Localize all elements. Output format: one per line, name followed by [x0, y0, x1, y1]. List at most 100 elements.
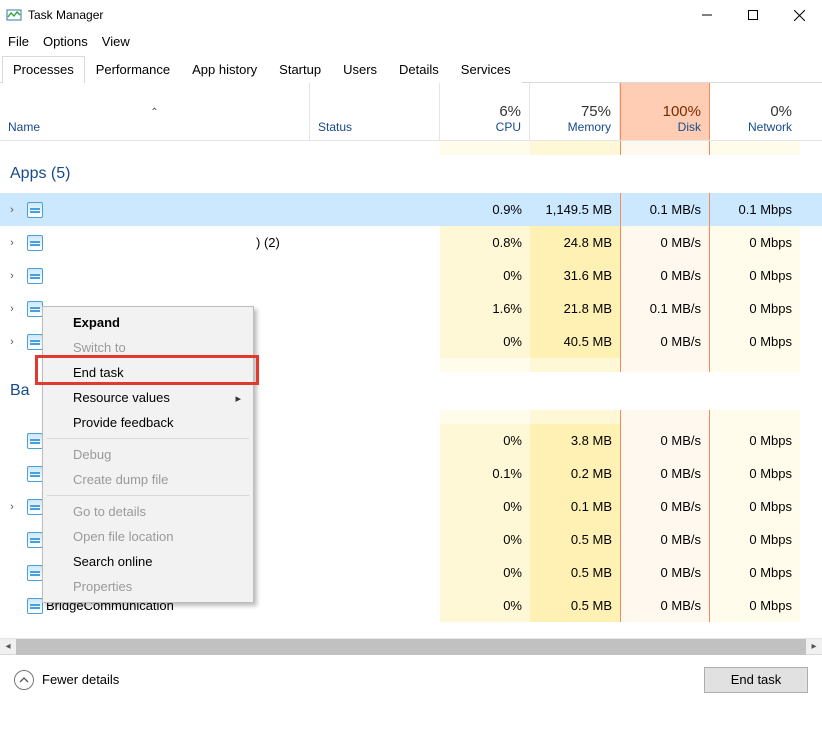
titlebar: Task Manager [0, 0, 822, 30]
net-cell: 0 Mbps [710, 556, 800, 589]
mem-cell: 0.5 MB [530, 589, 620, 622]
menu-file[interactable]: File [8, 34, 29, 49]
mem-cell: 21.8 MB [530, 292, 620, 325]
expand-icon[interactable] [0, 589, 24, 622]
disk-cell: 0 MB/s [620, 589, 710, 622]
cpu-cell: 0% [440, 325, 530, 358]
status-cell [310, 226, 440, 259]
table-row[interactable]: ›0.9%1,149.5 MB0.1 MB/s0.1 Mbps [0, 193, 822, 226]
menu-options[interactable]: Options [43, 34, 88, 49]
expand-icon[interactable] [0, 523, 24, 556]
window-controls [684, 0, 822, 30]
expand-icon[interactable]: › [0, 259, 24, 292]
process-name [46, 193, 310, 226]
expand-icon[interactable]: › [0, 325, 24, 358]
process-icon [24, 259, 46, 292]
ctx-provide-feedback[interactable]: Provide feedback [45, 410, 251, 435]
disk-cell: 0.1 MB/s [620, 193, 710, 226]
col-disk[interactable]: 100% Disk [620, 83, 710, 140]
status-cell [310, 325, 440, 358]
process-table: ⌃ Name Status 6% CPU 75% Memory 100% Dis… [0, 83, 822, 638]
tab-performance[interactable]: Performance [85, 56, 181, 83]
group-apps: Apps (5) [0, 155, 822, 193]
disk-cell: 0 MB/s [620, 259, 710, 292]
col-cpu[interactable]: 6% CPU [440, 83, 530, 140]
expand-icon[interactable]: › [0, 292, 24, 325]
table-row[interactable]: ›) (2)0.8%24.8 MB0 MB/s0 Mbps [0, 226, 822, 259]
expand-icon[interactable]: › [0, 226, 24, 259]
horizontal-scrollbar[interactable]: ◂ ▸ [0, 638, 822, 654]
tab-app-history[interactable]: App history [181, 56, 268, 83]
status-cell [310, 589, 440, 622]
disk-cell: 0 MB/s [620, 325, 710, 358]
expand-icon[interactable] [0, 424, 24, 457]
mem-cell: 0.2 MB [530, 457, 620, 490]
status-cell [310, 193, 440, 226]
disk-cell: 0 MB/s [620, 523, 710, 556]
tab-users[interactable]: Users [332, 56, 388, 83]
status-cell [310, 556, 440, 589]
table-row[interactable]: ›0%31.6 MB0 MB/s0 Mbps [0, 259, 822, 292]
expand-icon[interactable]: › [0, 193, 24, 226]
mem-cell: 40.5 MB [530, 325, 620, 358]
cpu-cell: 0% [440, 556, 530, 589]
col-network[interactable]: 0% Network [710, 83, 800, 140]
tab-processes[interactable]: Processes [2, 56, 85, 83]
tab-details[interactable]: Details [388, 56, 450, 83]
scroll-right-button[interactable]: ▸ [806, 639, 822, 655]
net-cell: 0 Mbps [710, 325, 800, 358]
disk-cell: 0 MB/s [620, 457, 710, 490]
expand-icon[interactable]: › [0, 490, 24, 523]
ctx-end-task[interactable]: End task [45, 360, 251, 385]
tab-services[interactable]: Services [450, 56, 522, 83]
net-cell: 0 Mbps [710, 292, 800, 325]
mem-cell: 0.1 MB [530, 490, 620, 523]
expand-icon[interactable] [0, 556, 24, 589]
col-status-label: Status [318, 120, 431, 134]
mem-pct: 75% [538, 103, 611, 120]
menu-view[interactable]: View [102, 34, 130, 49]
net-label: Network [718, 120, 792, 134]
tab-bar: Processes Performance App history Startu… [0, 55, 822, 83]
end-task-button[interactable]: End task [704, 667, 808, 693]
chevron-up-icon [14, 670, 34, 690]
ctx-switch-to: Switch to [45, 335, 251, 360]
disk-cell: 0 MB/s [620, 424, 710, 457]
col-memory[interactable]: 75% Memory [530, 83, 620, 140]
col-status[interactable]: Status [310, 83, 440, 140]
status-cell [310, 259, 440, 292]
ctx-create-dump: Create dump file [45, 467, 251, 492]
process-name [46, 259, 310, 292]
net-cell: 0 Mbps [710, 589, 800, 622]
ctx-resource-values[interactable]: Resource values ▸ [45, 385, 251, 410]
scroll-track[interactable] [16, 639, 806, 655]
scroll-left-button[interactable]: ◂ [0, 639, 16, 655]
maximize-button[interactable] [730, 0, 776, 30]
cpu-cell: 1.6% [440, 292, 530, 325]
disk-cell: 0 MB/s [620, 226, 710, 259]
mem-cell: 1,149.5 MB [530, 193, 620, 226]
col-name-label: Name [8, 120, 301, 134]
ctx-expand[interactable]: Expand [45, 310, 251, 335]
window-title: Task Manager [28, 8, 684, 22]
disk-label: Disk [629, 120, 701, 134]
footer: Fewer details End task [0, 654, 822, 704]
col-name[interactable]: ⌃ Name [0, 83, 310, 140]
net-pct: 0% [718, 103, 792, 120]
scroll-thumb[interactable] [16, 639, 806, 655]
minimize-button[interactable] [684, 0, 730, 30]
mem-cell: 3.8 MB [530, 424, 620, 457]
sort-indicator-icon: ⌃ [8, 108, 301, 120]
chevron-right-icon: ▸ [235, 392, 241, 405]
tab-startup[interactable]: Startup [268, 56, 332, 83]
status-cell [310, 292, 440, 325]
expand-icon[interactable] [0, 457, 24, 490]
group-apps-label: Apps (5) [10, 165, 70, 183]
fewer-details-button[interactable]: Fewer details [14, 670, 119, 690]
net-cell: 0 Mbps [710, 259, 800, 292]
ctx-resource-values-label: Resource values [73, 390, 170, 405]
mem-cell: 0.5 MB [530, 523, 620, 556]
ctx-search-online[interactable]: Search online [45, 549, 251, 574]
cpu-label: CPU [448, 120, 521, 134]
close-button[interactable] [776, 0, 822, 30]
